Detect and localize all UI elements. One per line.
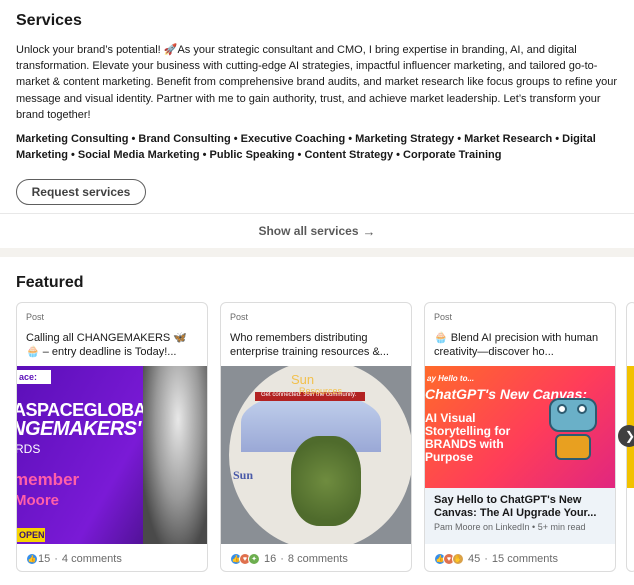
featured-post-2[interactable]: Post Who remembers distributing enterpri… xyxy=(220,302,412,572)
image-text: ay Hello to... xyxy=(427,374,475,383)
post-text: 🧁 Blend AI precision with human creativi… xyxy=(434,332,599,358)
image-badge: OPEN xyxy=(17,528,45,542)
post-social-counts[interactable]: 👍 ♥ ✦ 16 · 8 comments xyxy=(230,552,348,566)
article-title: Say Hello to ChatGPT's New Canvas: The A… xyxy=(434,494,597,519)
featured-post-3[interactable]: Post 🧁 Blend AI precision with human cre… xyxy=(424,302,616,572)
robot-body xyxy=(555,434,591,460)
reaction-count: 15 xyxy=(38,553,51,565)
post-text: Calling all CHANGEMAKERS 🦋 🧁 – entry dea… xyxy=(26,332,188,358)
request-services-button[interactable]: Request services xyxy=(16,179,146,205)
separator-dot: · xyxy=(484,553,488,565)
featured-title: Featured xyxy=(16,274,84,291)
reaction-count: 45 xyxy=(468,553,481,565)
portrait-photo xyxy=(143,366,207,544)
robot-eye xyxy=(577,404,587,414)
robot-eye xyxy=(557,404,567,414)
image-text: Resources xyxy=(299,386,343,396)
like-reaction-icon: 👍 xyxy=(26,553,38,565)
services-section: Services Unlock your brand’s potential! … xyxy=(0,0,634,248)
celebrate-reaction-icon: ✦ xyxy=(248,553,260,565)
comment-count[interactable]: 15 comments xyxy=(492,553,558,565)
services-description: Unlock your brand’s potential! 🚀As your … xyxy=(16,44,618,121)
image-text: RDS xyxy=(17,442,41,456)
sun-logo: Sun xyxy=(233,468,254,482)
image-text: Sun xyxy=(291,372,315,387)
reactions: 👍 ♥ ✦ xyxy=(230,553,260,565)
post-social-counts[interactable]: 👍 15 · 4 comments xyxy=(26,552,122,566)
image-text: member xyxy=(17,470,80,489)
separator-dot: · xyxy=(54,553,58,565)
reaction-count: 16 xyxy=(264,553,277,565)
comment-count[interactable]: 4 comments xyxy=(62,553,122,565)
post-kind-label: Post xyxy=(230,312,249,322)
image-brand: ace: xyxy=(17,370,51,384)
post-kind-label: Post xyxy=(434,312,453,322)
image-text: AI Visual Storytelling for BRANDS with P… xyxy=(425,411,511,464)
services-tags: Marketing Consulting • Brand Consulting … xyxy=(16,133,596,162)
arrow-right-icon: → xyxy=(362,223,376,239)
separator-dot: · xyxy=(280,553,284,565)
robot-illustration xyxy=(543,390,603,460)
carousel-next-button[interactable]: ❯ xyxy=(618,425,634,447)
featured-post-1[interactable]: Post Calling all CHANGEMAKERS 🦋 🧁 – entr… xyxy=(16,302,208,572)
reactions: 👍 ♥ ✋ xyxy=(434,553,464,565)
post-image: Get connected. Join the community. Sun R… xyxy=(221,366,411,544)
post-kind-label: Post xyxy=(26,312,45,322)
post-social-counts[interactable]: 👍 ♥ ✋ 45 · 15 comments xyxy=(434,552,558,566)
support-reaction-icon: ✋ xyxy=(452,553,464,565)
show-all-label: Show all services xyxy=(258,224,359,238)
robot-head xyxy=(549,398,597,432)
article-meta: Pam Moore on LinkedIn • 5+ min read xyxy=(434,522,586,532)
post-image: ay Hello to... ChatGPT's New Canvas: AI … xyxy=(425,366,615,488)
show-all-services-link[interactable]: Show all services → xyxy=(0,214,634,248)
article-caption[interactable]: Say Hello to ChatGPT's New Canvas: The A… xyxy=(425,488,615,544)
image-text: Moore xyxy=(17,492,59,509)
cd-art xyxy=(291,436,361,526)
comment-count[interactable]: 8 comments xyxy=(288,553,348,565)
featured-section: Featured Post Calling all CHANGEMAKERS 🦋… xyxy=(0,257,634,585)
post-text: Who remembers distributing enterprise tr… xyxy=(230,332,389,358)
image-text: NGEMAKERS' xyxy=(17,418,141,440)
reactions: 👍 xyxy=(26,553,38,565)
post-image: ace: ASPACEGLOBAL NGEMAKERS' RDS member … xyxy=(17,366,207,544)
services-title: Services xyxy=(16,12,82,29)
